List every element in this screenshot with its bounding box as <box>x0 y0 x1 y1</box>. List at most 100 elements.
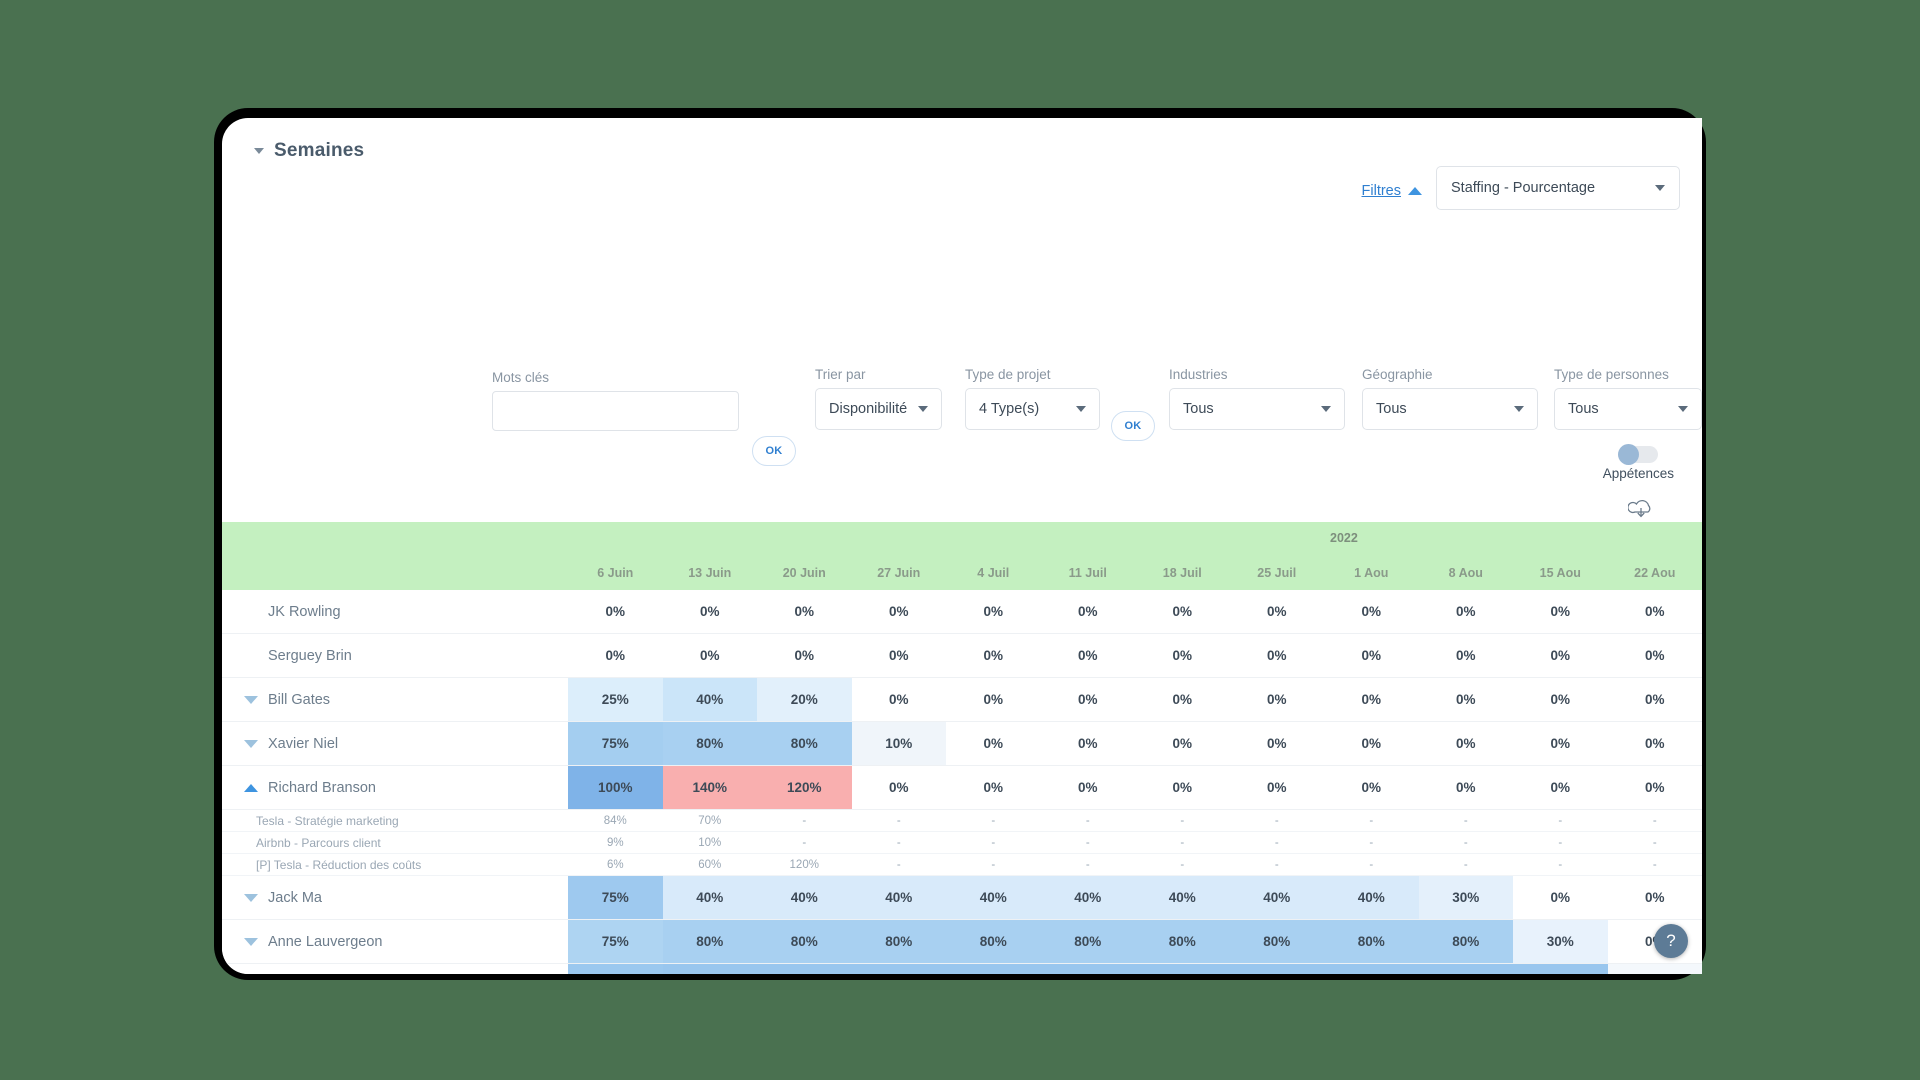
allocation-cell[interactable]: 90% <box>946 964 1041 974</box>
allocation-cell[interactable]: 0% <box>1041 590 1136 633</box>
allocation-cell[interactable]: 75% <box>568 920 663 963</box>
allocation-cell[interactable]: 40% <box>851 876 946 919</box>
allocation-cell[interactable]: 0% <box>1135 766 1230 809</box>
allocation-cell[interactable]: 0% <box>1230 634 1325 677</box>
allocation-cell[interactable]: 0% <box>1230 678 1325 721</box>
allocation-cell[interactable]: 0% <box>946 678 1041 721</box>
allocation-cell[interactable]: 0% <box>1324 678 1419 721</box>
allocation-cell[interactable]: 30% <box>1418 876 1513 919</box>
allocation-cell[interactable]: 0% <box>663 590 758 633</box>
date-column-header[interactable]: 15 Aou <box>1513 555 1608 590</box>
allocation-cell[interactable]: 10% <box>1607 964 1702 974</box>
allocation-cell[interactable]: 40% <box>757 876 852 919</box>
allocation-cell[interactable]: 80% <box>851 920 946 963</box>
date-column-header[interactable]: 20 Juin <box>757 555 852 590</box>
allocation-cell[interactable]: 30% <box>1513 920 1608 963</box>
allocation-cell[interactable]: 40% <box>662 876 757 919</box>
allocation-cell[interactable]: 0% <box>1513 876 1608 919</box>
table-row[interactable]: Jong-Yong Yun88%90%90%90%90%90%90%90%90%… <box>222 964 1702 974</box>
allocation-cell[interactable]: 0% <box>1135 634 1230 677</box>
allocation-cell[interactable]: 0% <box>852 590 947 633</box>
project-subrow[interactable]: Tesla - Stratégie marketing 84% 70% - - - - - - -… <box>222 810 1702 832</box>
allocation-cell[interactable]: 80% <box>1040 920 1135 963</box>
allocation-cell[interactable]: 0% <box>1608 634 1703 677</box>
allocation-cell[interactable]: 0% <box>1041 766 1136 809</box>
allocation-cell[interactable]: 0% <box>1135 678 1230 721</box>
allocation-cell[interactable]: 0% <box>1230 590 1325 633</box>
industries-select[interactable]: Tous <box>1169 388 1345 430</box>
allocation-cell[interactable]: 90% <box>1040 964 1135 974</box>
allocation-cell[interactable]: 90% <box>662 964 757 974</box>
allocation-cell[interactable]: 0% <box>1419 590 1514 633</box>
date-column-header[interactable]: 11 Juil <box>1041 555 1136 590</box>
download-icon[interactable] <box>1627 498 1654 525</box>
allocation-cell[interactable]: 0% <box>852 766 947 809</box>
allocation-cell[interactable]: 0% <box>568 590 663 633</box>
allocation-cell[interactable]: 40% <box>1229 876 1324 919</box>
allocation-cell[interactable]: 0% <box>852 634 947 677</box>
allocation-cell[interactable]: 90% <box>851 964 946 974</box>
allocation-cell[interactable]: 80% <box>662 920 757 963</box>
allocation-cell[interactable]: 80% <box>946 920 1041 963</box>
allocation-cell[interactable]: 88% <box>568 964 663 974</box>
allocation-cell[interactable]: 0% <box>1230 722 1325 765</box>
allocation-cell[interactable]: 10% <box>851 722 946 765</box>
table-row[interactable]: JK Rowling 0% 0% 0% 0% 0% 0% 0% 0% 0% 0% 0% 0% <box>222 590 1702 634</box>
table-row[interactable]: Anne Lauvergeon 75% 80% 80% 80% 80% 80% 80% 80% 8… <box>222 920 1702 964</box>
table-row[interactable]: Bill Gates 25% 40% 20% 0% 0% 0% 0% 0% 0% 0% 0% 0% <box>222 678 1702 722</box>
allocation-cell[interactable]: 40% <box>1135 876 1230 919</box>
allocation-cell[interactable]: 0% <box>1513 766 1608 809</box>
date-column-header[interactable]: 8 Aou <box>1419 555 1514 590</box>
row-name-cell[interactable]: Jack Ma <box>222 876 568 919</box>
triangle-down-icon[interactable] <box>244 739 258 748</box>
appetences-toggle[interactable] <box>1618 444 1659 465</box>
row-name-cell[interactable]: Bill Gates <box>222 678 568 721</box>
allocation-cell[interactable]: 0% <box>946 590 1041 633</box>
allocation-cell[interactable]: 0% <box>946 766 1041 809</box>
allocation-cell[interactable]: 0% <box>1324 634 1419 677</box>
date-column-header[interactable]: 22 Aou <box>1608 555 1703 590</box>
project-type-select[interactable]: 4 Type(s) <box>965 388 1100 430</box>
table-row[interactable]: Serguey Brin 0% 0% 0% 0% 0% 0% 0% 0% 0% 0% 0% 0% <box>222 634 1702 678</box>
allocation-cell[interactable]: 90% <box>1135 964 1230 974</box>
date-column-header[interactable]: 13 Juin <box>663 555 758 590</box>
date-column-header[interactable]: 18 Juil <box>1135 555 1230 590</box>
triangle-down-icon[interactable] <box>244 937 258 946</box>
allocation-cell[interactable]: 0% <box>1324 722 1419 765</box>
allocation-cell[interactable]: 80% <box>1324 920 1419 963</box>
date-column-header[interactable]: 6 Juin <box>568 555 663 590</box>
allocation-cell[interactable]: 0% <box>852 678 947 721</box>
date-column-header[interactable]: 25 Juil <box>1230 555 1325 590</box>
chevron-down-icon[interactable] <box>254 148 264 154</box>
row-name-cell[interactable]: Jong-Yong Yun <box>222 964 568 974</box>
table-row[interactable]: Xavier Niel 75% 80% 80% 10% 0% 0% 0% 0% 0% 0% 0% 0% <box>222 722 1702 766</box>
allocation-cell[interactable]: 40% <box>1040 876 1135 919</box>
allocation-cell[interactable]: 0% <box>1419 678 1514 721</box>
allocation-cell[interactable]: 0% <box>1608 722 1703 765</box>
allocation-cell[interactable]: 0% <box>757 590 852 633</box>
allocation-cell[interactable]: 0% <box>1513 634 1608 677</box>
project-subrow[interactable]: [P] Tesla - Réduction des coûts 6% 60% 120%… <box>222 854 1702 876</box>
triangle-down-icon[interactable] <box>244 695 258 704</box>
allocation-cell[interactable]: 0% <box>1135 590 1230 633</box>
allocation-cell[interactable]: 40% <box>946 876 1041 919</box>
row-name-cell[interactable]: Serguey Brin <box>222 634 568 677</box>
table-row[interactable]: Richard Branson 100% 140% 120% 0% 0% 0% 0% 0% 0% 0… <box>222 766 1702 810</box>
table-row[interactable]: Jack Ma 75% 40% 40% 40% 40% 40% 40% 40% 40% 30% 0% 0… <box>222 876 1702 920</box>
triangle-up-icon[interactable] <box>244 783 258 792</box>
allocation-cell[interactable]: 0% <box>663 634 758 677</box>
allocation-cell[interactable]: 0% <box>1324 590 1419 633</box>
allocation-cell[interactable]: 80% <box>1418 920 1513 963</box>
project-subrow[interactable]: Airbnb - Parcours client 9% 10% - - - - - - - - - - <box>222 832 1702 854</box>
triangle-down-icon[interactable] <box>244 893 258 902</box>
allocation-cell[interactable]: 90% <box>1513 964 1608 974</box>
allocation-cell[interactable]: 0% <box>1608 678 1703 721</box>
allocation-cell[interactable]: 0% <box>568 634 663 677</box>
allocation-cell[interactable]: 20% <box>757 678 852 721</box>
page-title-row[interactable]: Semaines <box>254 140 364 162</box>
row-name-cell[interactable]: Xavier Niel <box>222 722 568 765</box>
geography-select[interactable]: Tous <box>1362 388 1538 430</box>
allocation-cell[interactable]: 75% <box>568 876 663 919</box>
allocation-cell[interactable]: 80% <box>662 722 757 765</box>
view-mode-select[interactable]: Staffing - Pourcentage <box>1436 166 1680 210</box>
